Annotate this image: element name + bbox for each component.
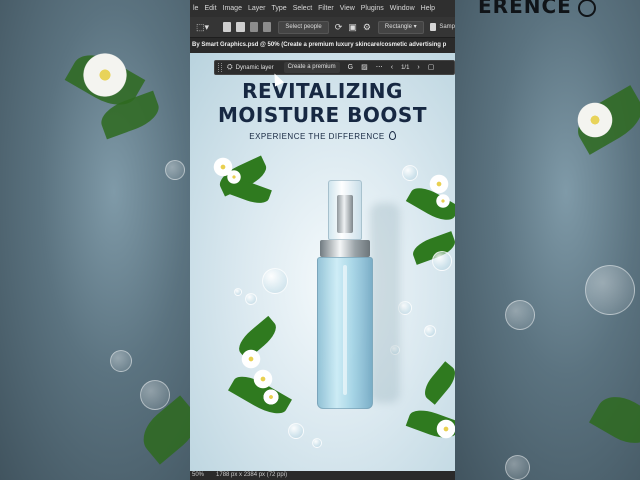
fern-leaf [419,361,455,405]
bg-droplet [110,350,132,372]
shape-dropdown-label: Rectangle [384,23,412,30]
water-droplet [245,293,257,305]
bg-flower [575,100,615,140]
menu-select[interactable]: Select [290,5,315,12]
flower [240,348,262,370]
flower [435,193,451,209]
tool-preset-icon[interactable]: ⬚▾ [196,22,209,32]
flower [428,173,450,195]
water-droplet [262,268,288,294]
water-droplet [402,165,418,181]
refresh-icon[interactable]: ⟳ [335,22,343,32]
ad-subheadline-text: EXPERIENCE THE DIFFERENCE [249,132,385,141]
menu-layer[interactable]: Layer [245,5,269,12]
menu-plugins[interactable]: Plugins [358,5,387,12]
select-people-button[interactable]: Select people [278,20,329,34]
menu-image[interactable]: Image [220,5,245,12]
bg-flower [80,50,130,100]
flower [435,418,455,440]
droplet-icon [388,131,396,140]
blurred-background-left [0,0,190,480]
menu-window[interactable]: Window [387,5,418,12]
contextual-task-bar: ⛭ Dynamic layer Create a premium G ▨ ⋯ ‹… [214,60,455,75]
bottle-shadow [370,203,400,403]
blurred-background-right [455,0,640,480]
dynamic-layer-icon: ⛭ [227,64,233,71]
bg-leaf [589,387,640,453]
next-icon[interactable]: › [417,63,419,72]
previous-icon[interactable]: ‹ [391,63,393,72]
add-selection-icon[interactable] [236,22,245,32]
subject-icon[interactable]: ▣ [348,22,357,32]
prompt-field[interactable]: Create a premium [283,62,340,73]
background-logo-text: ERENCE [478,0,596,18]
bg-droplet [505,300,535,330]
menu-file[interactable]: le [190,5,201,12]
dynamic-layer-label[interactable]: Dynamic layer [236,65,274,71]
flower [226,169,242,185]
bottle-collar [320,240,370,257]
bottle-dip-tube [343,265,347,395]
bg-droplet [165,160,185,180]
sample-label: Samp [439,24,455,30]
subtract-selection-icon[interactable] [249,22,259,32]
more-options-icon[interactable]: ⋯ [376,63,383,72]
photoshop-window: le Edit Image Layer Type Select Filter V… [190,0,455,480]
water-droplet [424,325,436,337]
new-selection-icon[interactable] [223,22,232,32]
background-logo-icon [577,0,596,17]
menu-edit[interactable]: Edit [201,5,219,12]
water-droplet [288,423,304,439]
water-droplet [432,251,452,271]
flower [252,368,274,390]
variation-counter: 1/1 [401,64,410,71]
image-icon[interactable]: ▨ [361,63,368,72]
flower [262,388,280,406]
drag-grip-icon[interactable] [218,63,222,72]
google-icon[interactable]: G [348,63,353,72]
document-info: 1788 px x 2384 px (72 ppi) [216,472,288,478]
bottle-pump [337,195,353,233]
water-droplet [398,301,412,315]
ad-headline-line-2: MOISTURE BOOST [218,103,427,127]
gear-icon[interactable]: ⚙ [363,22,371,32]
water-droplet [312,438,322,448]
shape-dropdown[interactable]: Rectangle ▾ [377,20,424,34]
intersect-selection-icon[interactable] [263,22,272,32]
options-bar: ⬚▾ Select people ⟳ ▣ ⚙ Rectangle ▾ Samp [190,17,455,38]
sample-checkbox[interactable] [429,23,437,31]
menu-bar: le Edit Image Layer Type Select Filter V… [190,0,455,17]
water-droplet [234,288,242,296]
zoom-level[interactable]: 50% [192,472,204,478]
document-tab[interactable]: By Smart Graphics.psd @ 50% (Create a pr… [190,38,455,53]
ad-headline-line-1: REVITALIZING [242,79,403,103]
status-bar: 50% 1788 px x 2384 px (72 ppi) [190,471,455,480]
menu-view[interactable]: View [337,5,358,12]
document-canvas[interactable]: REVITALIZING MOISTURE BOOST EXPERIENCE T… [190,53,455,471]
menu-help[interactable]: Help [418,5,438,12]
bg-droplet [505,455,530,480]
bg-droplet [140,380,170,410]
ad-subheadline: EXPERIENCE THE DIFFERENCE [190,131,455,141]
menu-filter[interactable]: Filter [315,5,337,12]
bg-droplet [585,265,635,315]
frame-icon[interactable]: ▢ [428,63,435,72]
menu-type[interactable]: Type [269,5,290,12]
